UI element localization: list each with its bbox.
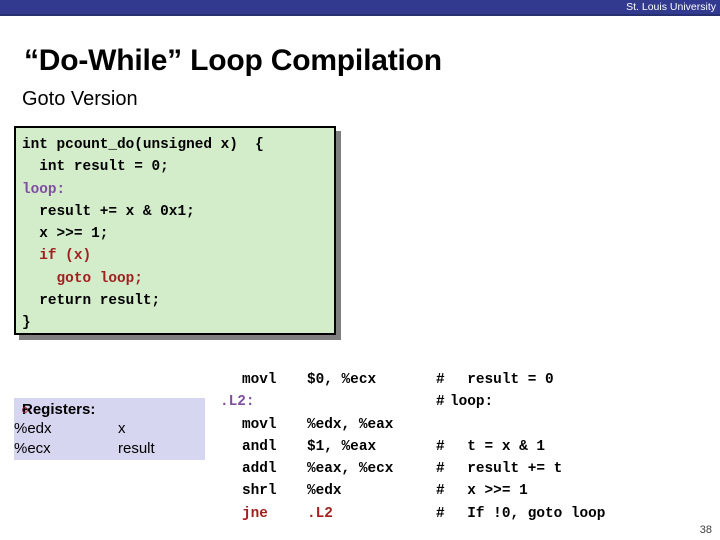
- assembly-mnemonic: jne: [242, 505, 268, 522]
- page-number: 38: [699, 524, 712, 536]
- code-token: int result = 0;: [22, 159, 169, 176]
- assembly-mnemonic: andl: [242, 438, 277, 455]
- code-line: x >>= 1;: [22, 223, 334, 245]
- assembly-comment-marker: #: [436, 483, 445, 500]
- institution-banner: St. Louis University: [0, 0, 720, 16]
- c-source-code-box: int pcount_do(unsigned x) { int result =…: [14, 126, 336, 335]
- code-token: x >>= 1;: [22, 226, 109, 243]
- assembly-operands: %edx: [307, 483, 342, 500]
- assembly-comment-marker: #: [436, 461, 445, 478]
- assembly-comment: result = 0: [450, 372, 554, 388]
- assembly-label: .L2:: [220, 394, 255, 411]
- assembly-comment: x >>= 1: [450, 483, 528, 500]
- assembly-comment: If !0, goto loop: [450, 505, 606, 522]
- registers-callout: Registers: %edx x %ecx result: [14, 398, 205, 460]
- code-token: goto loop;: [22, 270, 143, 287]
- page-title: “Do-While” Loop Compilation: [24, 44, 442, 77]
- code-token: }: [22, 315, 31, 332]
- assembly-comment: t = x & 1: [450, 438, 545, 455]
- assembly-comment-marker: #: [436, 438, 445, 455]
- assembly-operands: %eax, %ecx: [307, 461, 394, 478]
- assembly-operands: .L2: [307, 505, 333, 522]
- assembly-operands: %edx, %eax: [307, 416, 394, 433]
- register-name: %edx: [14, 420, 52, 437]
- bullet-circle-icon: [22, 407, 28, 413]
- code-line: if (x): [22, 245, 334, 267]
- code-token: if (x): [22, 248, 92, 265]
- code-line: loop:: [22, 179, 334, 201]
- assembly-comment: result += t: [450, 461, 563, 478]
- assembly-comment-marker: #: [436, 394, 445, 411]
- code-line: return result;: [22, 290, 334, 312]
- code-line: int result = 0;: [22, 156, 334, 178]
- assembly-comment-marker: #: [436, 505, 445, 522]
- assembly-mnemonic: movl: [242, 372, 277, 388]
- registers-heading-label: Registers:: [22, 401, 96, 418]
- assembly-mnemonic: shrl: [242, 483, 277, 500]
- code-token: return result;: [22, 293, 161, 310]
- code-line: goto loop;: [22, 268, 334, 290]
- register-name: %ecx: [14, 440, 51, 457]
- code-token: int pcount_do(unsigned x) {: [22, 137, 264, 153]
- register-value: x: [118, 420, 126, 437]
- code-token: result += x & 0x1;: [22, 203, 195, 220]
- code-line: int pcount_do(unsigned x) {: [22, 134, 334, 156]
- code-token: loop:: [22, 181, 66, 198]
- registers-heading-wrap: Registers:: [22, 401, 95, 418]
- assembly-comment-marker: #: [436, 372, 445, 388]
- institution-name: St. Louis University: [626, 1, 716, 13]
- page-subtitle: Goto Version: [22, 88, 138, 110]
- assembly-comment: loop:: [450, 394, 494, 411]
- code-line: }: [22, 312, 334, 334]
- assembly-operands: $1, %eax: [307, 438, 377, 455]
- code-line: result += x & 0x1;: [22, 201, 334, 223]
- assembly-mnemonic: movl: [242, 416, 277, 433]
- assembly-mnemonic: addl: [242, 461, 277, 478]
- assembly-operands: $0, %ecx: [307, 372, 377, 388]
- register-value: result: [118, 440, 155, 457]
